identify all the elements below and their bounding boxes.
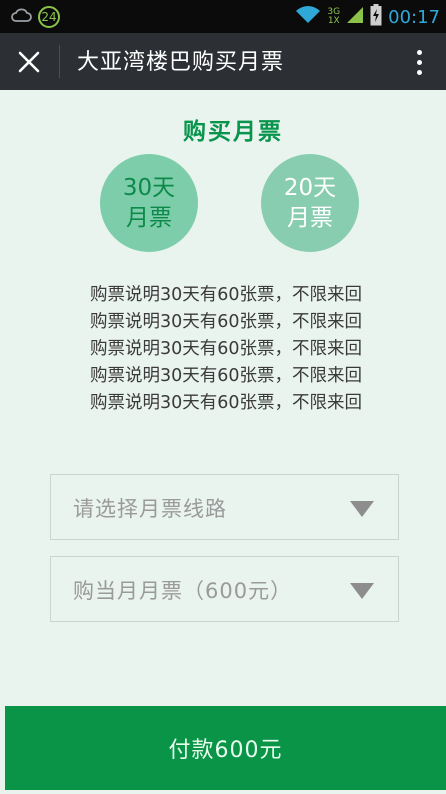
ticket-select[interactable]: 购当月月票（600元） bbox=[50, 556, 399, 622]
dropdown-arrow-icon bbox=[350, 583, 374, 599]
purchase-description: 购票说明30天有60张票，不限来回 购票说明30天有60张票，不限来回 购票说明… bbox=[20, 282, 432, 417]
description-line: 购票说明30天有60张票，不限来回 bbox=[89, 339, 363, 359]
signal-icon bbox=[346, 6, 364, 28]
route-select-value: 请选择月票线路 bbox=[73, 497, 227, 521]
ticket-select-value: 购当月月票（600元） bbox=[73, 579, 293, 603]
dropdown-arrow-icon bbox=[350, 501, 374, 517]
status-bar: 24 3G 1X 00:17 bbox=[0, 0, 446, 33]
notification-badge: 24 bbox=[38, 6, 60, 28]
wifi-icon bbox=[295, 5, 321, 29]
cloud-icon bbox=[10, 7, 32, 27]
description-line: 购票说明30天有60张票，不限来回 bbox=[89, 312, 363, 332]
battery-icon bbox=[370, 4, 382, 30]
network-type: 3G 1X bbox=[327, 8, 340, 26]
status-time: 00:17 bbox=[388, 6, 440, 28]
pass-label-days: 30天 bbox=[122, 175, 176, 201]
description-line: 购票说明30天有60张票，不限来回 bbox=[89, 366, 363, 386]
close-icon bbox=[18, 51, 40, 73]
more-dot-icon bbox=[416, 49, 422, 55]
description-line: 购票说明30天有60张票，不限来回 bbox=[89, 393, 363, 413]
pass-20-day-button[interactable]: 20天 月票 bbox=[261, 154, 359, 252]
section-title: 购买月票 bbox=[183, 119, 283, 145]
more-dot-icon bbox=[416, 69, 422, 75]
status-right: 3G 1X 00:17 bbox=[295, 4, 440, 30]
title-bar: 大亚湾楼巴购买月票 bbox=[0, 33, 446, 90]
more-dot-icon bbox=[416, 59, 422, 65]
pay-button[interactable]: 付款600元 bbox=[5, 706, 446, 790]
status-left: 24 bbox=[10, 6, 60, 28]
page-title: 大亚湾楼巴购买月票 bbox=[77, 50, 285, 75]
bottom-edge bbox=[0, 790, 446, 794]
pass-label-type: 月票 bbox=[126, 205, 172, 231]
route-select[interactable]: 请选择月票线路 bbox=[50, 474, 399, 540]
pass-label-days: 20天 bbox=[283, 175, 337, 201]
close-button[interactable] bbox=[10, 43, 48, 81]
description-line: 购票说明30天有60张票，不限来回 bbox=[89, 285, 363, 305]
pass-label-type: 月票 bbox=[287, 205, 333, 231]
network-type-bottom: 1X bbox=[327, 16, 340, 26]
more-options-button[interactable] bbox=[408, 43, 430, 81]
pass-30-day-button[interactable]: 30天 月票 bbox=[100, 154, 198, 252]
title-divider bbox=[59, 45, 60, 78]
